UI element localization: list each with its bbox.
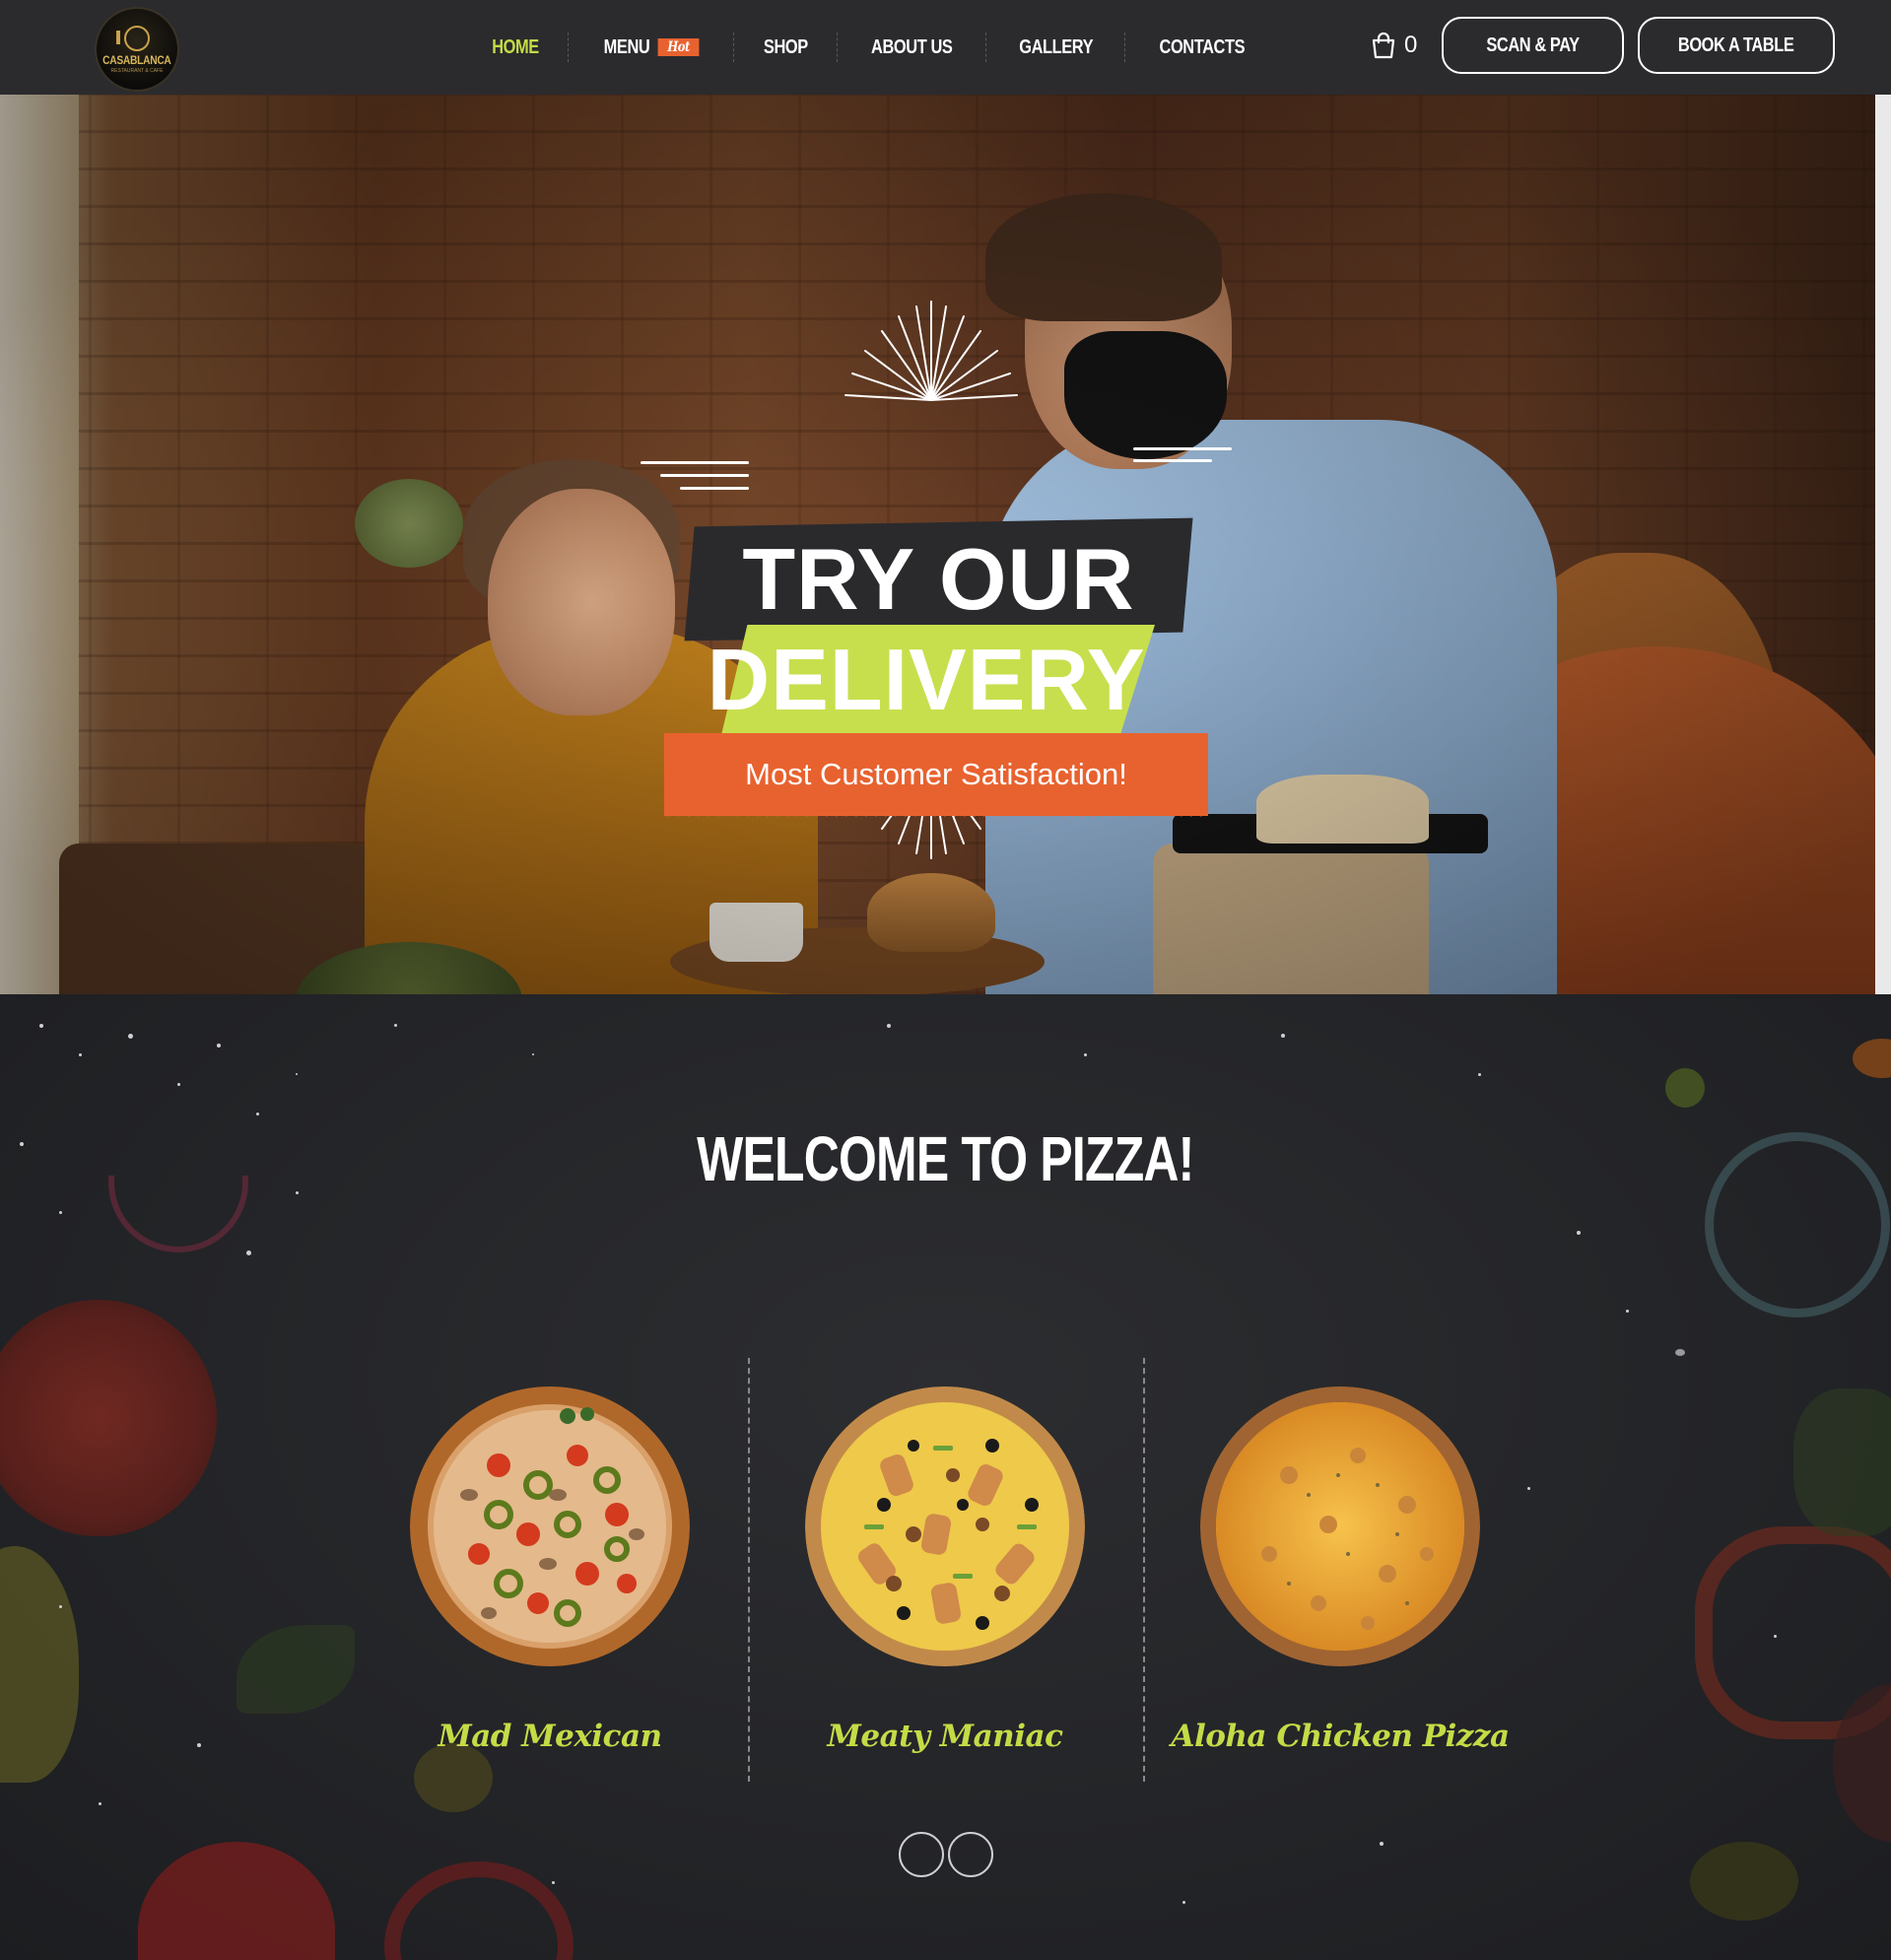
flour-speck	[246, 1250, 251, 1255]
flour-speck	[1281, 1034, 1285, 1038]
welcome-section: WELCOME TO PIZZA! Mad Mexican Meaty Mani…	[0, 994, 1891, 1960]
nav-about-us[interactable]: ABOUT US	[851, 36, 972, 59]
site-header: CASABLANCA RESTAURANT & CAFE HOME MENU Ho…	[0, 0, 1891, 95]
pizza-image-aloha-chicken[interactable]	[1200, 1386, 1480, 1666]
book-table-button[interactable]: BOOK A TABLE	[1638, 17, 1835, 74]
scrollbar-track[interactable]	[1875, 95, 1891, 994]
hero-title-line2: DELIVERY	[707, 631, 1146, 728]
pizza-image-mad-mexican[interactable]	[410, 1386, 690, 1666]
pizza-image-meaty-maniac[interactable]	[805, 1386, 1085, 1666]
flour-speck	[59, 1211, 62, 1214]
nav-shop[interactable]: SHOP	[745, 36, 828, 59]
flour-speck	[39, 1024, 43, 1028]
flour-speck	[177, 1083, 180, 1086]
nav-contacts[interactable]: CONTACTS	[1140, 36, 1264, 59]
flour-speck	[1774, 1635, 1777, 1638]
logo[interactable]: CASABLANCA RESTAURANT & CAFE	[95, 7, 179, 92]
flour-speck	[128, 1034, 133, 1039]
pizza-name-mad-mexican[interactable]: Mad Mexican	[353, 1719, 747, 1754]
nav-separator	[984, 33, 987, 62]
flour-speck	[1527, 1487, 1530, 1490]
olive-small-decor	[1665, 1068, 1705, 1108]
flour-speck	[552, 1881, 555, 1884]
flour-speck	[1182, 1901, 1185, 1904]
nav-separator	[1123, 33, 1126, 62]
pizza-mad-mexican-icon	[410, 1386, 690, 1666]
flour-speck	[1675, 1349, 1685, 1356]
flour-speck	[217, 1044, 221, 1048]
speed-line	[1133, 447, 1232, 450]
pizza-name-aloha-chicken[interactable]: Aloha Chicken Pizza	[1143, 1719, 1537, 1754]
flour-speck	[532, 1053, 534, 1055]
flour-speck	[1084, 1053, 1087, 1056]
logo-subtext: RESTAURANT & CAFE	[110, 67, 164, 74]
speed-line	[660, 474, 749, 477]
cart-count: 0	[1404, 32, 1418, 58]
flour-speck	[1577, 1231, 1581, 1235]
logo-mark-icon	[116, 25, 150, 51]
flour-speck	[1380, 1842, 1384, 1846]
flour-speck	[1478, 1073, 1481, 1076]
speed-line	[680, 487, 749, 490]
carousel-dot[interactable]	[948, 1832, 993, 1877]
herb-leaf-decor	[236, 1625, 355, 1714]
carousel-dot[interactable]	[899, 1832, 944, 1877]
flour-speck	[887, 1024, 891, 1028]
hero-slider: TRY OUR DELIVERY Most Customer Satisfact…	[0, 95, 1875, 994]
scan-pay-button[interactable]: SCAN & PAY	[1442, 17, 1624, 74]
flour-speck	[99, 1802, 101, 1805]
ketchup-bottle-decor	[138, 1842, 335, 1960]
pepper-ring-decor	[384, 1861, 574, 1960]
flour-speck	[1626, 1310, 1629, 1313]
logo-text: CASABLANCA	[102, 52, 171, 67]
nav-separator	[733, 33, 735, 62]
speed-line	[641, 461, 749, 464]
green-pepper-decor	[1793, 1388, 1891, 1536]
pizza-meaty-maniac-icon	[805, 1386, 1085, 1666]
mushroom-decor	[1853, 1039, 1891, 1078]
hot-badge: Hot	[657, 38, 700, 57]
nav-gallery[interactable]: GALLERY	[999, 36, 1112, 59]
welcome-title: WELCOME TO PIZZA!	[697, 1123, 1194, 1194]
pizza-aloha-chicken-icon	[1200, 1386, 1480, 1666]
burst-top-icon	[844, 301, 1018, 401]
nav-separator	[568, 33, 570, 62]
tomato-slice-decor	[0, 1300, 217, 1536]
nav-separator	[837, 33, 839, 62]
main-nav: HOME MENU Hot SHOP ABOUT US GALLERY CONTA…	[463, 0, 1278, 95]
hero-subtitle: Most Customer Satisfaction!	[745, 757, 1127, 791]
flour-speck	[197, 1743, 201, 1747]
flour-speck	[59, 1605, 62, 1608]
flour-speck	[296, 1073, 298, 1075]
flour-speck	[394, 1024, 397, 1027]
hero-title-line1: TRY OUR	[742, 530, 1135, 628]
nav-menu[interactable]: MENU Hot	[584, 36, 718, 59]
shopping-bag-icon	[1372, 32, 1395, 59]
olive-decor-right	[1690, 1842, 1798, 1921]
cart-button[interactable]: 0	[1371, 32, 1417, 59]
nav-home[interactable]: HOME	[473, 36, 559, 59]
pizza-name-meaty-maniac[interactable]: Meaty Maniac	[748, 1719, 1142, 1754]
flour-speck	[79, 1053, 82, 1056]
pepper-decor	[0, 1546, 79, 1783]
flour-speck	[256, 1113, 259, 1115]
speed-line	[1133, 459, 1212, 462]
